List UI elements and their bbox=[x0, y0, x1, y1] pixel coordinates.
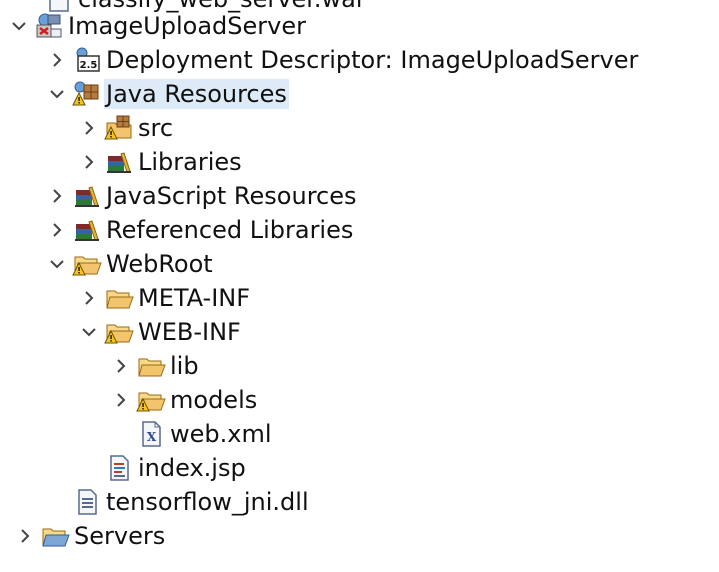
tree-item-label: src bbox=[138, 114, 174, 142]
jsp-file-icon bbox=[104, 453, 134, 483]
library-books-icon bbox=[104, 147, 134, 177]
tree-item-web-inf[interactable]: WEB-INF bbox=[0, 315, 719, 349]
tree-item-label: lib bbox=[170, 352, 199, 380]
project-explorer-tree: classify_web_server.war ImageUploadServe… bbox=[0, 0, 719, 572]
chevron-right-icon[interactable] bbox=[80, 153, 98, 171]
tree-item-label: META-INF bbox=[138, 284, 251, 312]
open-folder-warning-icon bbox=[104, 317, 134, 347]
tree-item-label: Servers bbox=[74, 522, 166, 550]
tree-item-webroot[interactable]: WebRoot bbox=[0, 247, 719, 281]
chevron-right-icon[interactable] bbox=[16, 527, 34, 545]
tree-item-label: ImageUploadServer bbox=[68, 12, 306, 40]
tree-item-tensorflow-dll[interactable]: tensorflow_jni.dll bbox=[0, 485, 719, 519]
web-project-icon bbox=[34, 11, 64, 41]
library-books-icon bbox=[72, 181, 102, 211]
servers-folder-icon bbox=[40, 521, 70, 551]
tree-item-java-resources[interactable]: Java Resources bbox=[0, 77, 719, 111]
file-icon bbox=[72, 487, 102, 517]
svg-text:2.5: 2.5 bbox=[80, 60, 98, 71]
chevron-right-icon[interactable] bbox=[112, 357, 130, 375]
chevron-right-icon[interactable] bbox=[48, 221, 66, 239]
chevron-right-icon[interactable] bbox=[48, 51, 66, 69]
tree-item-web-xml[interactable]: X web.xml bbox=[0, 417, 719, 451]
tree-item-lib[interactable]: lib bbox=[0, 349, 719, 383]
chevron-down-icon[interactable] bbox=[80, 323, 98, 341]
chevron-right-icon[interactable] bbox=[48, 187, 66, 205]
chevron-right-icon[interactable] bbox=[80, 289, 98, 307]
tree-item-referenced-libraries[interactable]: Referenced Libraries bbox=[0, 213, 719, 247]
deployment-descriptor-icon: 2.5 bbox=[72, 45, 102, 75]
package-folder-warning-icon bbox=[104, 113, 134, 143]
java-resources-warning-icon bbox=[72, 79, 102, 109]
chevron-down-icon[interactable] bbox=[48, 85, 66, 103]
tree-item-src[interactable]: src bbox=[0, 111, 719, 145]
open-folder-warning-icon bbox=[72, 249, 102, 279]
chevron-down-icon[interactable] bbox=[10, 17, 28, 35]
tree-item-javascript-resources[interactable]: JavaScript Resources bbox=[0, 179, 719, 213]
svg-text:X: X bbox=[147, 430, 157, 444]
library-books-icon bbox=[72, 215, 102, 245]
tree-item-label: models bbox=[170, 386, 258, 414]
tree-item-models[interactable]: models bbox=[0, 383, 719, 417]
tree-item-label: web.xml bbox=[170, 420, 272, 448]
tree-item-project[interactable]: ImageUploadServer bbox=[0, 9, 719, 43]
tree-item-label: WebRoot bbox=[106, 250, 213, 278]
tree-item-label: JavaScript Resources bbox=[106, 182, 357, 210]
xml-file-icon: X bbox=[136, 419, 166, 449]
tree-item-label: Java Resources bbox=[104, 79, 289, 109]
open-folder-warning-icon bbox=[136, 385, 166, 415]
tree-item-label: Deployment Descriptor: ImageUploadServer bbox=[106, 46, 639, 74]
tree-item-label: index.jsp bbox=[138, 454, 246, 482]
tree-item-meta-inf[interactable]: META-INF bbox=[0, 281, 719, 315]
chevron-right-icon[interactable] bbox=[112, 391, 130, 409]
tree-item-libraries[interactable]: Libraries bbox=[0, 145, 719, 179]
tree-item-index-jsp[interactable]: index.jsp bbox=[0, 451, 719, 485]
tree-item-label: tensorflow_jni.dll bbox=[106, 488, 309, 516]
tree-item-label: Libraries bbox=[138, 148, 242, 176]
tree-item-label: WEB-INF bbox=[138, 318, 241, 346]
tree-item-label: Referenced Libraries bbox=[106, 216, 354, 244]
tree-item-deployment-descriptor[interactable]: 2.5 Deployment Descriptor: ImageUploadSe… bbox=[0, 43, 719, 77]
open-folder-icon bbox=[136, 351, 166, 381]
chevron-right-icon[interactable] bbox=[80, 119, 98, 137]
open-folder-icon bbox=[104, 283, 134, 313]
chevron-down-icon[interactable] bbox=[48, 255, 66, 273]
tree-item-servers[interactable]: Servers bbox=[0, 519, 719, 553]
